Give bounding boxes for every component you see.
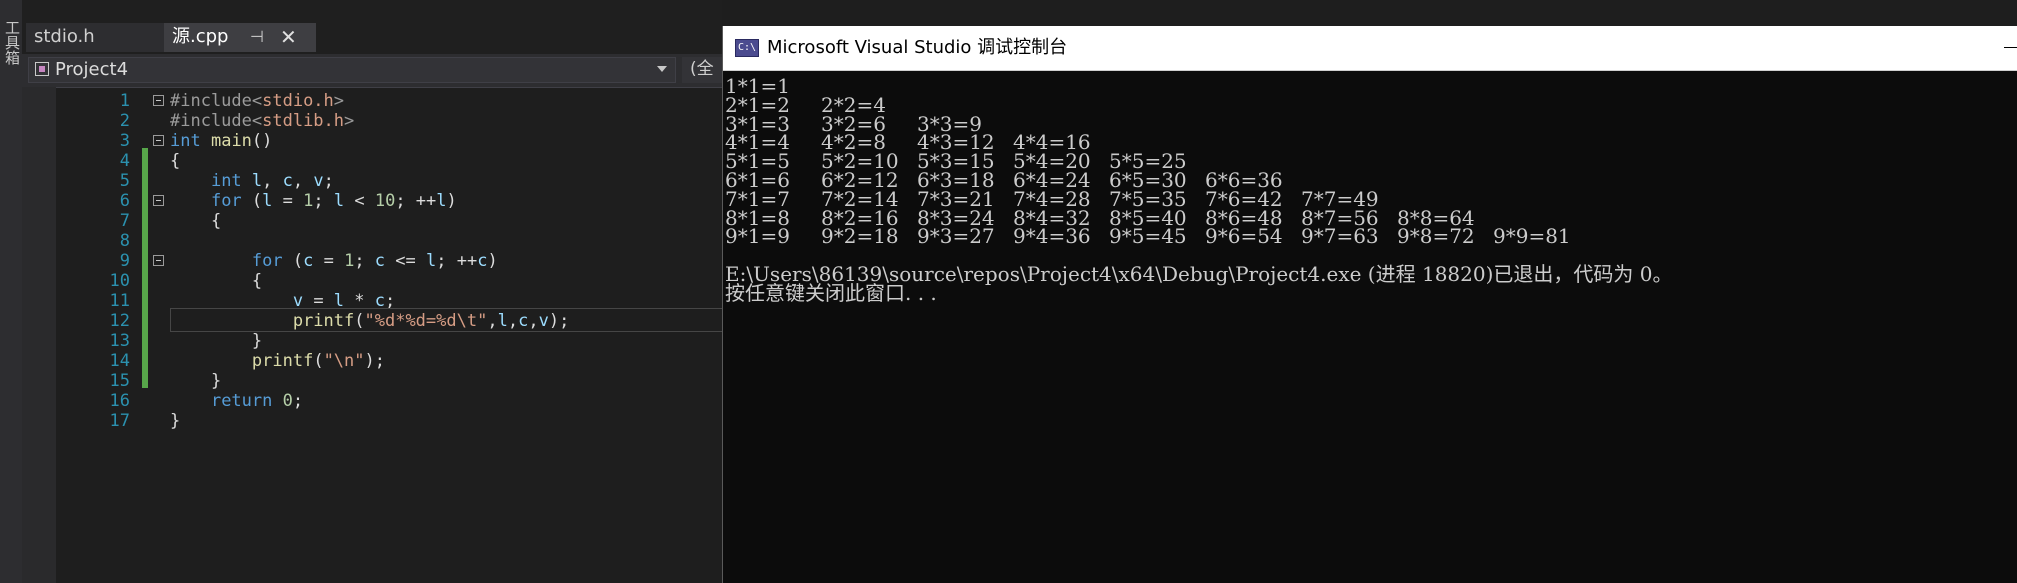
- project-icon: [35, 62, 49, 76]
- tab-stdio-h[interactable]: stdio.h: [26, 23, 170, 52]
- change-indicator: [142, 188, 148, 208]
- line-number: 17: [109, 411, 130, 431]
- minimize-icon[interactable]: [2004, 47, 2017, 48]
- product-cell: 9*7=63: [1301, 224, 1379, 249]
- code-text: }: [170, 411, 181, 431]
- global-scope-label: (全: [690, 59, 714, 79]
- chevron-down-icon[interactable]: [657, 66, 667, 72]
- project-scope-dropdown[interactable]: Project4: [28, 57, 676, 83]
- collapse-icon[interactable]: [153, 195, 164, 206]
- change-indicator: [142, 308, 148, 328]
- project-scope-label: Project4: [55, 59, 129, 80]
- change-indicator: [142, 168, 148, 188]
- product-cell: 9*8=72: [1397, 224, 1475, 249]
- pin-icon[interactable]: ⊣: [250, 23, 264, 51]
- change-indicator: [142, 268, 148, 288]
- code-area[interactable]: 1 #include<stdio.h> 2 #include<stdlib.h> 3 in…: [22, 87, 730, 583]
- product-cell: 9*5=45: [1109, 224, 1187, 249]
- change-indicator: [142, 328, 148, 348]
- close-icon[interactable]: ✕: [280, 23, 297, 51]
- change-indicator: [142, 288, 148, 308]
- tab-bar: stdio.h 源.cpp ⊣ ✕: [22, 0, 722, 54]
- console-title: Microsoft Visual Studio 调试控制台: [767, 37, 1068, 58]
- toolbox-strip[interactable]: 工具箱: [0, 0, 22, 583]
- navigation-bar: Project4 (全: [22, 54, 722, 88]
- press-key-message: 按任意键关闭此窗口. . .: [725, 280, 937, 305]
- code-editor: stdio.h 源.cpp ⊣ ✕ Project4 (全 1 #include<…: [22, 0, 730, 583]
- console-output[interactable]: 1*1=1 2*1=2 2*2=4 3*1=3 3*2=6 3*3=9 4*1=4 4*2=8…: [725, 74, 2015, 579]
- product-cell: 9*9=81: [1493, 224, 1571, 249]
- product-cell: 9*6=54: [1205, 224, 1283, 249]
- change-indicator: [142, 208, 148, 228]
- tab-source-cpp[interactable]: 源.cpp ⊣ ✕: [164, 23, 316, 52]
- change-indicator: [142, 148, 148, 168]
- product-cell: 9*3=27: [917, 224, 995, 249]
- console-app-icon: C:\: [735, 39, 759, 57]
- product-cell: 9*2=18: [821, 224, 899, 249]
- change-indicator: [142, 248, 148, 268]
- tab-label: stdio.h: [34, 26, 95, 47]
- collapse-icon[interactable]: [153, 95, 164, 106]
- product-cell: 9*4=36: [1013, 224, 1091, 249]
- console-title-bar[interactable]: C:\ Microsoft Visual Studio 调试控制台: [723, 26, 2017, 71]
- change-indicator: [142, 368, 148, 388]
- debug-console-window: C:\ Microsoft Visual Studio 调试控制台 1*1=1 2…: [722, 26, 2017, 583]
- collapse-icon[interactable]: [153, 135, 164, 146]
- global-scope-dropdown[interactable]: (全: [682, 57, 722, 83]
- tab-label: 源.cpp: [172, 26, 229, 47]
- change-indicator: [142, 348, 148, 368]
- code-line[interactable]: 17}: [22, 408, 722, 434]
- product-cell: 9*1=9: [725, 224, 790, 249]
- toolbox-label[interactable]: 工具箱: [2, 20, 23, 65]
- change-indicator: [142, 228, 148, 248]
- collapse-icon[interactable]: [153, 255, 164, 266]
